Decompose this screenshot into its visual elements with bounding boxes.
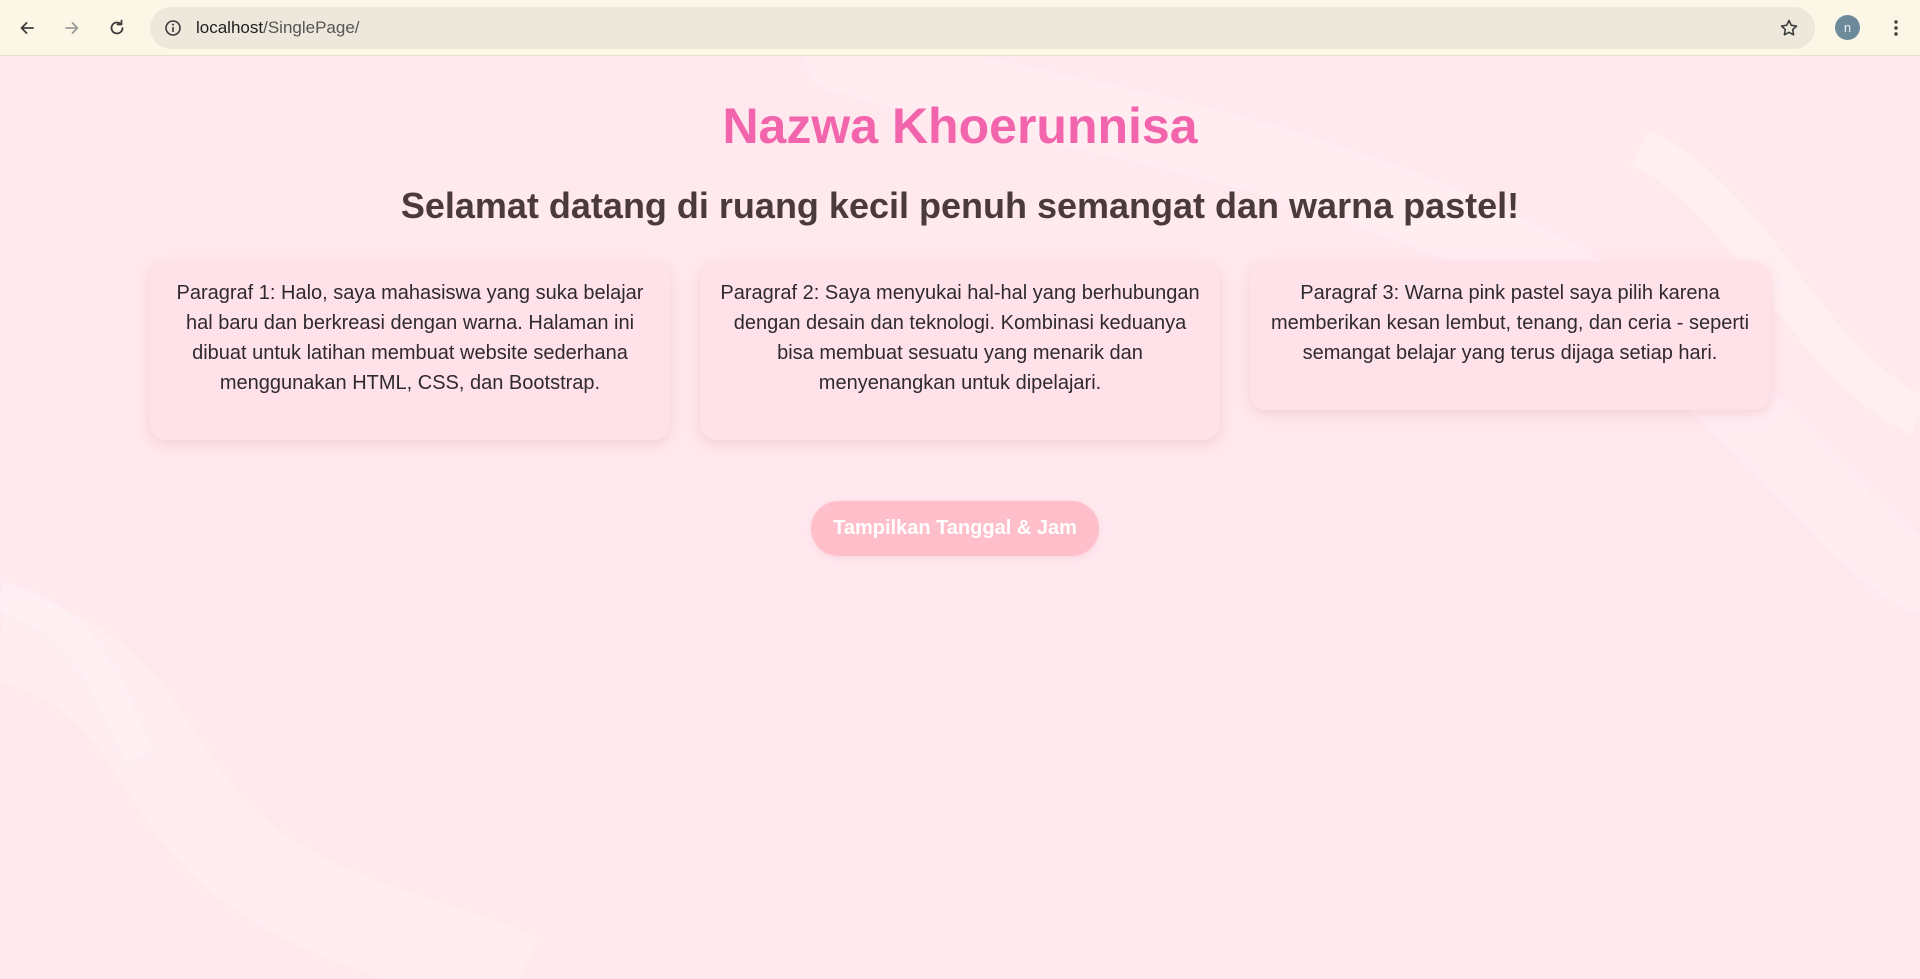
show-date-time-button[interactable]: Tampilkan Tanggal & Jam: [811, 501, 1099, 556]
star-icon: [1780, 19, 1798, 36]
kebab-menu-icon: [1894, 20, 1898, 36]
back-button[interactable]: [11, 12, 43, 44]
address-bar[interactable]: localhost/SinglePage/: [150, 7, 1815, 49]
url-text[interactable]: localhost/SinglePage/: [196, 18, 360, 38]
arrow-left-icon: [20, 22, 34, 34]
profile-avatar[interactable]: n: [1835, 15, 1860, 40]
page-body: Nazwa Khoerunnisa Selamat datang di ruan…: [0, 57, 1920, 979]
info-icon: [165, 20, 181, 36]
browser-menu-button[interactable]: [1880, 12, 1912, 44]
paragraph-card: Paragraf 1: Halo, saya mahasiswa yang su…: [150, 262, 670, 440]
site-info-button[interactable]: [159, 14, 187, 42]
paragraph-card: Paragraf 3: Warna pink pastel saya pilih…: [1250, 262, 1770, 410]
paragraph-card: Paragraf 2: Saya menyukai hal-hal yang b…: [700, 262, 1220, 440]
bookmark-button[interactable]: [1775, 14, 1803, 42]
page-subtitle: Selamat datang di ruang kecil penuh sema…: [400, 185, 1520, 226]
paragraph-text: Paragraf 1: Halo, saya mahasiswa yang su…: [176, 282, 644, 394]
url-path: /SinglePage/: [263, 18, 360, 37]
paragraph-text: Paragraf 2: Saya menyukai hal-hal yang b…: [720, 282, 1200, 394]
page-title: Nazwa Khoerunnisa: [722, 98, 1198, 154]
browser-toolbar: localhost/SinglePage/ n: [0, 0, 1920, 56]
url-host: localhost: [196, 18, 264, 37]
forward-button[interactable]: [56, 12, 88, 44]
reload-icon: [110, 19, 124, 35]
reload-button[interactable]: [101, 12, 133, 44]
paragraph-text: Paragraf 3: Warna pink pastel saya pilih…: [1270, 282, 1750, 364]
arrow-right-icon: [65, 22, 79, 34]
